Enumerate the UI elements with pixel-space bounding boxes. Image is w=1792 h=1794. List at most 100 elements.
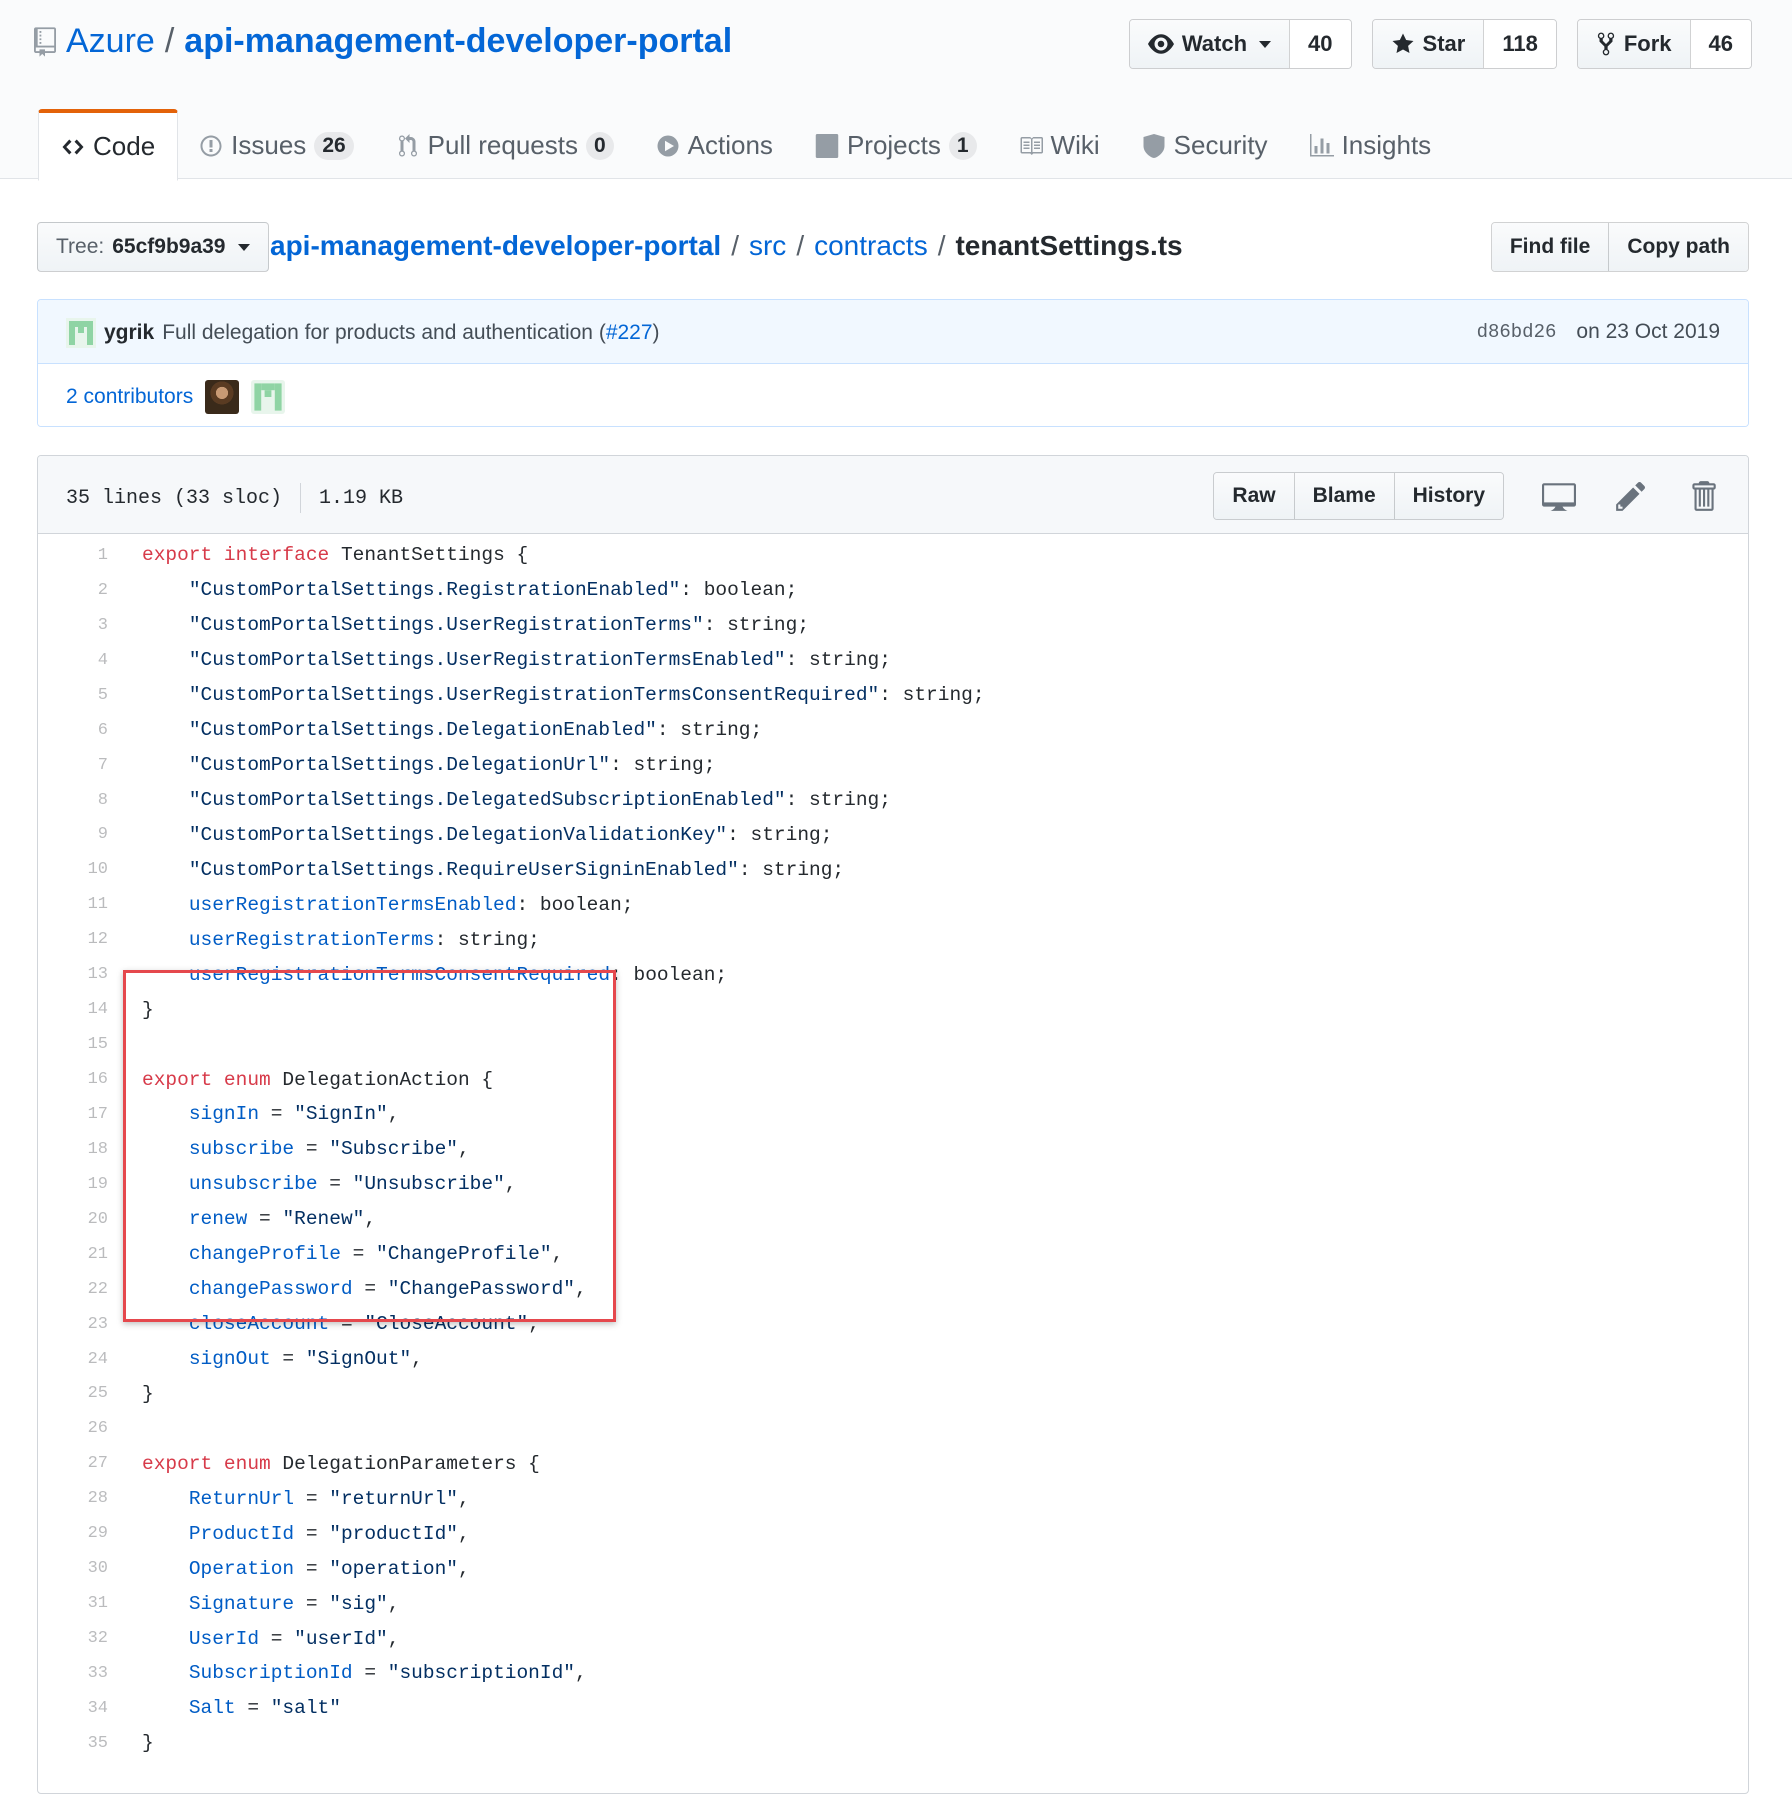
breadcrumb-contracts-link[interactable]: contracts xyxy=(814,230,928,262)
breadcrumb-separator: / xyxy=(731,230,739,261)
line-content: export enum DelegationAction { xyxy=(108,1069,493,1091)
contributor-avatar[interactable] xyxy=(205,380,240,414)
line-number[interactable]: 23 xyxy=(38,1315,108,1334)
line-number[interactable]: 2 xyxy=(38,581,108,600)
line-number[interactable]: 31 xyxy=(38,1594,108,1613)
line-number[interactable]: 27 xyxy=(38,1454,108,1473)
history-button[interactable]: History xyxy=(1393,473,1503,519)
tab-pull-requests[interactable]: Pull requests 0 xyxy=(375,109,635,180)
watch-button[interactable]: Watch xyxy=(1129,20,1290,68)
line-number[interactable]: 16 xyxy=(38,1070,108,1089)
line-number[interactable]: 6 xyxy=(38,721,108,740)
code-line: 20 renew = "Renew", xyxy=(38,1202,1748,1237)
star-button[interactable]: Star xyxy=(1372,20,1484,68)
line-number[interactable]: 28 xyxy=(38,1489,108,1508)
line-number[interactable]: 7 xyxy=(38,756,108,775)
line-number[interactable]: 33 xyxy=(38,1664,108,1683)
code-token: ProductId xyxy=(188,1522,295,1545)
eye-icon xyxy=(1147,34,1174,54)
commit-box: ygrik Full delegation for products and a… xyxy=(37,299,1749,427)
line-number[interactable]: 11 xyxy=(38,895,108,914)
breadcrumb-src-link[interactable]: src xyxy=(749,230,786,262)
copy-path-button[interactable]: Copy path xyxy=(1608,223,1748,271)
commit-message[interactable]: Full delegation for products and authent… xyxy=(162,321,659,345)
line-number[interactable]: 22 xyxy=(38,1280,108,1299)
code-token: } xyxy=(142,998,154,1021)
line-number[interactable]: 15 xyxy=(38,1035,108,1054)
code-token: "CustomPortalSettings.DelegationEnabled" xyxy=(188,719,657,742)
line-number[interactable]: 1 xyxy=(38,546,108,565)
code-token: "CloseAccount" xyxy=(364,1313,529,1336)
repo-name-link[interactable]: api-management-developer-portal xyxy=(184,22,732,61)
code-token: TenantSettings { xyxy=(329,544,529,567)
line-number[interactable]: 21 xyxy=(38,1245,108,1264)
line-number[interactable]: 17 xyxy=(38,1105,108,1124)
watch-label: Watch xyxy=(1181,31,1248,56)
code-token: , xyxy=(528,1313,540,1336)
code-line: 24 signOut = "SignOut", xyxy=(38,1342,1748,1377)
line-number[interactable]: 30 xyxy=(38,1559,108,1578)
desktop-icon[interactable] xyxy=(1542,479,1576,513)
line-number[interactable]: 29 xyxy=(38,1524,108,1543)
commit-sha[interactable]: d86bd26 xyxy=(1477,321,1557,343)
line-content: userRegistrationTermsConsentRequired: bo… xyxy=(108,964,727,986)
file-info: 35 lines (33 sloc) 1.19 KB xyxy=(66,483,403,513)
line-content: userRegistrationTerms: string; xyxy=(108,929,540,951)
line-number[interactable]: 5 xyxy=(38,686,108,705)
breadcrumb-separator: / xyxy=(937,230,946,261)
fork-count[interactable]: 46 xyxy=(1689,20,1751,68)
line-number[interactable]: 12 xyxy=(38,930,108,949)
tab-insights[interactable]: Insights xyxy=(1289,109,1453,180)
commit-author[interactable]: ygrik xyxy=(104,321,154,345)
tab-code[interactable]: Code xyxy=(38,109,179,181)
breadcrumb-root-link[interactable]: api-management-developer-portal xyxy=(270,230,721,262)
line-number[interactable]: 20 xyxy=(38,1210,108,1229)
tab-security[interactable]: Security xyxy=(1121,109,1289,180)
line-number[interactable]: 13 xyxy=(38,965,108,984)
tab-projects[interactable]: Projects 1 xyxy=(794,109,998,180)
raw-button[interactable]: Raw xyxy=(1214,473,1294,519)
line-number[interactable]: 25 xyxy=(38,1384,108,1403)
code-line: 7 "CustomPortalSettings.DelegationUrl": … xyxy=(38,748,1748,783)
line-number[interactable]: 4 xyxy=(38,651,108,670)
file-navigation: Tree: 65cf9b9a39 api-management-develope… xyxy=(37,222,1749,272)
repo-header: Azure / api-management-developer-portal … xyxy=(0,0,1792,181)
star-count[interactable]: 118 xyxy=(1483,20,1556,68)
contributors-link[interactable]: 2 contributors xyxy=(66,385,193,409)
line-number[interactable]: 19 xyxy=(38,1175,108,1194)
line-number[interactable]: 32 xyxy=(38,1629,108,1648)
line-number[interactable]: 26 xyxy=(38,1419,108,1438)
tab-code-label: Code xyxy=(93,131,156,161)
watch-count[interactable]: 40 xyxy=(1289,20,1351,68)
breadcrumb: api-management-developer-portal / src / … xyxy=(270,230,1183,262)
line-number[interactable]: 8 xyxy=(38,791,108,810)
line-number[interactable]: 24 xyxy=(38,1350,108,1369)
tab-actions[interactable]: Actions xyxy=(635,109,794,180)
line-number[interactable]: 35 xyxy=(38,1734,108,1753)
code-line: 3 "CustomPortalSettings.UserRegistration… xyxy=(38,608,1748,643)
line-number[interactable]: 10 xyxy=(38,860,108,879)
commit-issue-link[interactable]: #227 xyxy=(606,321,653,344)
trash-icon[interactable] xyxy=(1686,479,1720,513)
tab-issues[interactable]: Issues 26 xyxy=(178,109,375,180)
code-token: subscribe xyxy=(188,1138,295,1161)
line-content: signOut = "SignOut", xyxy=(108,1348,423,1370)
pencil-icon[interactable] xyxy=(1614,479,1648,513)
blame-button[interactable]: Blame xyxy=(1293,473,1394,519)
line-number[interactable]: 3 xyxy=(38,616,108,635)
contributor-avatar[interactable] xyxy=(251,380,286,414)
line-number[interactable]: 14 xyxy=(38,1000,108,1019)
tree-select-button[interactable]: Tree: 65cf9b9a39 xyxy=(37,222,269,272)
line-number[interactable]: 34 xyxy=(38,1699,108,1718)
repo-owner-link[interactable]: Azure xyxy=(66,22,155,61)
author-avatar[interactable] xyxy=(66,318,96,348)
fork-button[interactable]: Fork xyxy=(1577,20,1690,68)
find-file-button[interactable]: Find file xyxy=(1491,223,1609,271)
line-number[interactable]: 9 xyxy=(38,825,108,844)
book-icon xyxy=(1020,136,1043,155)
tab-wiki[interactable]: Wiki xyxy=(998,109,1121,180)
line-number[interactable]: 18 xyxy=(38,1140,108,1159)
